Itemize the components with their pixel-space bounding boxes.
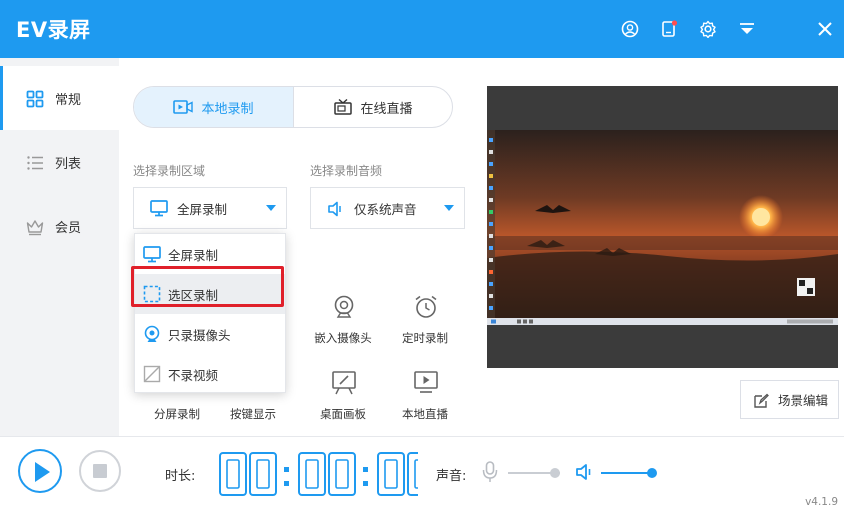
- stop-record-button[interactable]: [79, 450, 121, 492]
- drawing-board-icon: [332, 371, 356, 395]
- tab-local-record[interactable]: 本地录制: [134, 87, 293, 127]
- timed-record-tool[interactable]: 定时录制: [389, 294, 461, 354]
- timer-colon: [284, 467, 289, 472]
- timer-digit: [298, 452, 326, 496]
- audio-selected-value: 仅系统声音: [354, 201, 417, 217]
- local-live-tool[interactable]: 本地直播: [389, 370, 461, 430]
- edit-icon: [754, 393, 769, 408]
- highlight-annotation: [131, 266, 284, 307]
- sidebar-item-list[interactable]: 列表: [0, 130, 119, 194]
- tab-label: 在线直播: [360, 101, 413, 117]
- audio-section-label: 选择录制音频: [310, 164, 383, 178]
- sidebar-item-label: 会员: [55, 221, 82, 236]
- stop-icon: [93, 464, 107, 478]
- region-selected-value: 全屏录制: [177, 201, 228, 217]
- mic-volume-handle[interactable]: [549, 468, 560, 478]
- speaker-icon: [328, 201, 341, 217]
- title-bar: EV录屏: [0, 0, 844, 58]
- crown-icon: [26, 220, 44, 236]
- menu-item-no-video[interactable]: 不录视频: [135, 354, 285, 394]
- sound-label: 声音:: [436, 469, 467, 484]
- webcam-icon: [334, 295, 354, 318]
- region-dropdown[interactable]: 全屏录制: [133, 187, 287, 229]
- duration-label: 时长:: [165, 469, 196, 484]
- version-label: v4.1.9: [805, 496, 838, 508]
- region-section-label: 选择录制区域: [133, 164, 206, 178]
- scene-edit-label: 场景编辑: [778, 393, 829, 408]
- alarm-clock-icon: [415, 295, 437, 318]
- tab-label: 本地录制: [201, 101, 254, 117]
- user-icon[interactable]: [617, 16, 643, 42]
- scene-edit-button[interactable]: 场景编辑: [740, 380, 839, 419]
- timer-digit: [219, 452, 247, 496]
- bottom-control-bar: 时长: 声音: v4.1.9: [0, 436, 844, 512]
- speaker-volume-fill: [601, 472, 653, 474]
- no-video-icon: [143, 365, 161, 383]
- sidebar-item-general[interactable]: 常规: [0, 66, 119, 130]
- timer-digit: [407, 452, 418, 496]
- menu-item-label: 不录视频: [168, 367, 219, 383]
- sidebar: 常规 列表 会员: [0, 58, 119, 436]
- minimize-tray-icon[interactable]: [734, 16, 760, 42]
- local-record-icon: [173, 100, 194, 114]
- screen-preview: [487, 86, 838, 368]
- timer-digit: [249, 452, 277, 496]
- timer-colon: [363, 467, 368, 472]
- microphone-icon[interactable]: [482, 461, 498, 483]
- sidebar-item-label: 常规: [55, 93, 82, 108]
- timer-colon: [363, 481, 368, 486]
- grid-icon: [26, 90, 44, 108]
- timer-digit: [377, 452, 405, 496]
- tool-label: 桌面画板: [320, 407, 366, 421]
- gear-icon[interactable]: [695, 16, 721, 42]
- region-dropdown-menu: 全屏录制 选区录制 只录摄像头 不录视频: [134, 233, 286, 393]
- menu-item-camera-only[interactable]: 只录摄像头: [135, 314, 285, 354]
- menu-item-label: 全屏录制: [168, 247, 219, 263]
- audio-dropdown[interactable]: 仅系统声音: [310, 187, 465, 229]
- main-panel: 本地录制 在线直播 选择录制区域 选择录制音频 全屏录制 仅系统声音 嵌入摄像头…: [119, 58, 844, 436]
- sidebar-item-label: 列表: [55, 157, 82, 172]
- desktop-wallpaper-preview: [487, 130, 838, 325]
- webcam-icon: [144, 325, 160, 342]
- menu-item-label: 只录摄像头: [168, 327, 231, 343]
- speaker-icon[interactable]: [575, 463, 593, 481]
- timer-digits: [219, 452, 418, 496]
- notification-icon[interactable]: [656, 16, 682, 42]
- live-screen-icon: [414, 371, 438, 393]
- desktop-board-tool[interactable]: 桌面画板: [307, 370, 379, 430]
- monitor-icon: [150, 200, 168, 217]
- timer-digit: [328, 452, 356, 496]
- tool-label: 按键显示: [230, 407, 276, 421]
- tool-label: 定时录制: [402, 331, 448, 345]
- close-icon[interactable]: [812, 16, 838, 42]
- tv-icon: [334, 99, 353, 115]
- embed-camera-tool[interactable]: 嵌入摄像头: [307, 294, 379, 354]
- tool-label: 分屏录制: [154, 407, 200, 421]
- sidebar-item-vip[interactable]: 会员: [0, 194, 119, 258]
- speaker-volume-handle[interactable]: [647, 468, 658, 478]
- chevron-down-icon: [266, 205, 276, 211]
- tool-label: 嵌入摄像头: [314, 331, 372, 345]
- list-icon: [27, 156, 43, 170]
- duration-timer: [218, 451, 418, 497]
- speaker-volume-slider[interactable]: [601, 468, 658, 478]
- play-icon: [35, 462, 50, 482]
- mic-volume-slider[interactable]: [508, 468, 560, 478]
- start-record-button[interactable]: [18, 449, 62, 493]
- timer-colon: [284, 481, 289, 486]
- app-title: EV录屏: [16, 18, 91, 42]
- monitor-icon: [143, 245, 161, 262]
- tool-label: 本地直播: [402, 407, 448, 421]
- record-mode-tabs: 本地录制 在线直播: [133, 86, 453, 128]
- chevron-down-icon: [444, 205, 454, 211]
- tab-online-live[interactable]: 在线直播: [293, 87, 452, 127]
